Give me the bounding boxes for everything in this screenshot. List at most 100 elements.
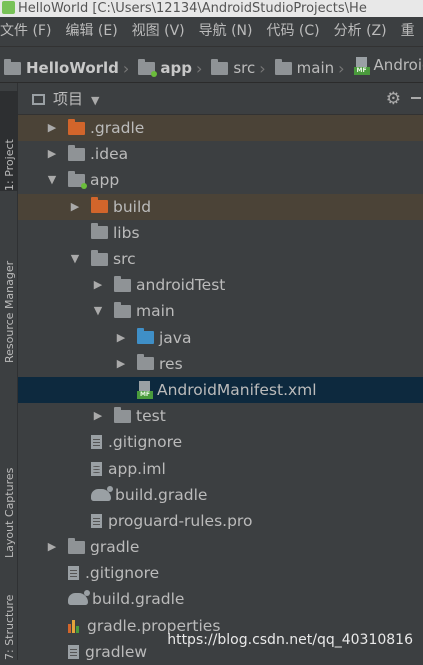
folder-icon <box>274 58 292 75</box>
folder-icon <box>114 406 131 423</box>
menu-file[interactable]: 文件 (F) <box>0 17 51 46</box>
module-folder-icon <box>68 170 87 189</box>
tree-item-label: libs <box>113 223 140 242</box>
gradle-elephant-icon <box>91 485 113 501</box>
tree-row[interactable]: MF AndroidManifest.xml <box>18 376 423 404</box>
tree-row[interactable]: .gitignore <box>18 429 423 455</box>
breadcrumb-item-app[interactable]: app › <box>138 50 207 83</box>
tree-row[interactable]: .gitignore <box>18 560 423 586</box>
tree-row[interactable]: ▼ src <box>18 246 423 272</box>
tab-resource-manager-label: Resource Manager <box>2 260 16 363</box>
breadcrumb-label: app <box>160 58 192 77</box>
tab-project[interactable]: 1: Project <box>0 91 18 191</box>
tree-item-label: test <box>136 407 166 426</box>
left-tool-window-bar: 1: Project Resource Manager Layout Captu… <box>0 83 18 660</box>
tree-item-label: .idea <box>90 145 129 164</box>
window-title: HelloWorld [C:\Users\12134\AndroidStudio… <box>18 1 367 16</box>
folder-icon <box>114 301 131 318</box>
menu-view[interactable]: 视图 (V) <box>132 17 185 46</box>
expand-right-icon[interactable]: ▶ <box>91 403 105 429</box>
tree-item-label: .gradle <box>90 119 145 138</box>
menu-code[interactable]: 代码 (C) <box>266 17 319 46</box>
file-icon <box>68 644 79 659</box>
tree-row[interactable]: build.gradle <box>18 482 423 508</box>
breadcrumb-item-manifest[interactable]: MF AndroidM <box>353 47 423 82</box>
expand-right-icon[interactable]: ▶ <box>114 351 128 377</box>
tree-row[interactable]: ▼ app <box>18 167 423 193</box>
gear-icon[interactable]: ⚙ <box>386 83 401 115</box>
tree-item-label: gradle <box>90 538 140 557</box>
tree-item-label: java <box>159 328 192 347</box>
watermark-text: https://blog.csdn.net/qq_40310816 <box>167 632 413 648</box>
file-icon <box>91 435 102 450</box>
project-tool-window: 项目 ▼ ⚙ ▶ .gradle ▶ .idea ▼ app ▶ build libs ▼ src ▶ a… <box>18 83 423 661</box>
tree-row[interactable]: ▶ build <box>18 193 423 220</box>
tab-layout-captures[interactable]: Layout Captures <box>0 428 18 558</box>
tab-resource-manager[interactable]: Resource Manager <box>0 213 18 363</box>
breadcrumb: HelloWorld› app› src› main› MF AndroidM <box>0 46 423 83</box>
breadcrumb-item-main[interactable]: main › <box>274 50 350 83</box>
tree-row[interactable]: ▼ main <box>18 298 423 324</box>
folder-icon <box>68 144 85 161</box>
android-studio-app-icon <box>2 1 15 14</box>
tree-item-label: build.gradle <box>92 590 185 609</box>
file-icon <box>91 513 102 528</box>
chevron-right-icon: › <box>122 58 130 78</box>
menu-bar: 文件 (F) 编辑 (E) 视图 (V) 导航 (N) 代码 (C) 分析 (Z) 重 <box>0 17 423 46</box>
breadcrumb-item-project[interactable]: HelloWorld › <box>4 50 134 83</box>
project-view-icon <box>32 94 45 105</box>
tree-row[interactable]: ▶ java <box>18 325 423 351</box>
tree-row[interactable]: ▶ res <box>18 351 423 377</box>
tree-row[interactable]: ▶ .gradle <box>18 115 423 142</box>
tree-row[interactable]: app.iml <box>18 455 423 481</box>
folder-icon <box>91 223 108 240</box>
expand-down-icon[interactable]: ▼ <box>45 167 59 193</box>
chevron-down-icon[interactable]: ▼ <box>91 85 99 117</box>
expand-right-icon[interactable]: ▶ <box>114 325 128 351</box>
module-file-icon <box>91 461 102 476</box>
breadcrumb-label: HelloWorld <box>26 58 119 77</box>
project-tree: ▶ .gradle ▶ .idea ▼ app ▶ build libs ▼ src ▶ android… <box>18 115 423 665</box>
tree-item-label: gradlew <box>85 642 148 661</box>
menu-edit[interactable]: 编辑 (E) <box>65 17 117 46</box>
tree-item-label: .gitignore <box>108 433 183 452</box>
tab-layout-captures-label: Layout Captures <box>2 467 16 558</box>
breadcrumb-label: main <box>296 58 335 77</box>
tree-item-label: .gitignore <box>85 564 160 583</box>
tree-row[interactable]: ▶ androidTest <box>18 272 423 298</box>
breadcrumb-label: AndroidM <box>373 56 423 74</box>
module-folder-icon <box>138 58 158 77</box>
folder-icon <box>68 537 85 554</box>
expand-right-icon[interactable]: ▶ <box>45 141 59 167</box>
tab-structure[interactable]: 7: Structure <box>0 588 18 660</box>
expand-down-icon[interactable]: ▼ <box>68 246 82 272</box>
resource-folder-icon <box>137 354 154 371</box>
expand-down-icon[interactable]: ▼ <box>91 298 105 324</box>
expand-right-icon[interactable]: ▶ <box>68 194 82 220</box>
manifest-icon: MF <box>353 56 370 75</box>
folder-icon <box>211 58 229 75</box>
chevron-right-icon: › <box>195 58 203 78</box>
tree-row[interactable]: ▶ gradle <box>18 534 423 560</box>
tree-row[interactable]: proguard-rules.pro <box>18 508 423 534</box>
project-folder-icon <box>4 58 21 75</box>
tree-row[interactable]: ▶ test <box>18 403 423 429</box>
source-folder-icon <box>137 328 154 345</box>
expand-right-icon[interactable]: ▶ <box>45 115 59 141</box>
tree-row[interactable]: libs <box>18 220 423 246</box>
tree-row[interactable]: ▶ .idea <box>18 141 423 167</box>
view-mode-label[interactable]: 项目 <box>53 90 83 108</box>
expand-right-icon[interactable]: ▶ <box>91 272 105 298</box>
menu-refactor[interactable]: 重 <box>401 17 415 46</box>
properties-file-icon <box>68 619 82 633</box>
menu-navigate[interactable]: 导航 (N) <box>199 17 253 46</box>
tree-item-label: androidTest <box>136 276 226 295</box>
expand-right-icon[interactable]: ▶ <box>45 534 59 560</box>
menu-analyze[interactable]: 分析 (Z) <box>334 17 387 46</box>
breadcrumb-label: src <box>233 58 256 77</box>
chevron-right-icon: › <box>259 58 266 78</box>
tree-item-label: app <box>90 171 120 190</box>
hide-panel-icon[interactable] <box>411 97 421 99</box>
breadcrumb-item-src[interactable]: src › <box>211 50 270 83</box>
tree-row[interactable]: build.gradle <box>18 586 423 612</box>
